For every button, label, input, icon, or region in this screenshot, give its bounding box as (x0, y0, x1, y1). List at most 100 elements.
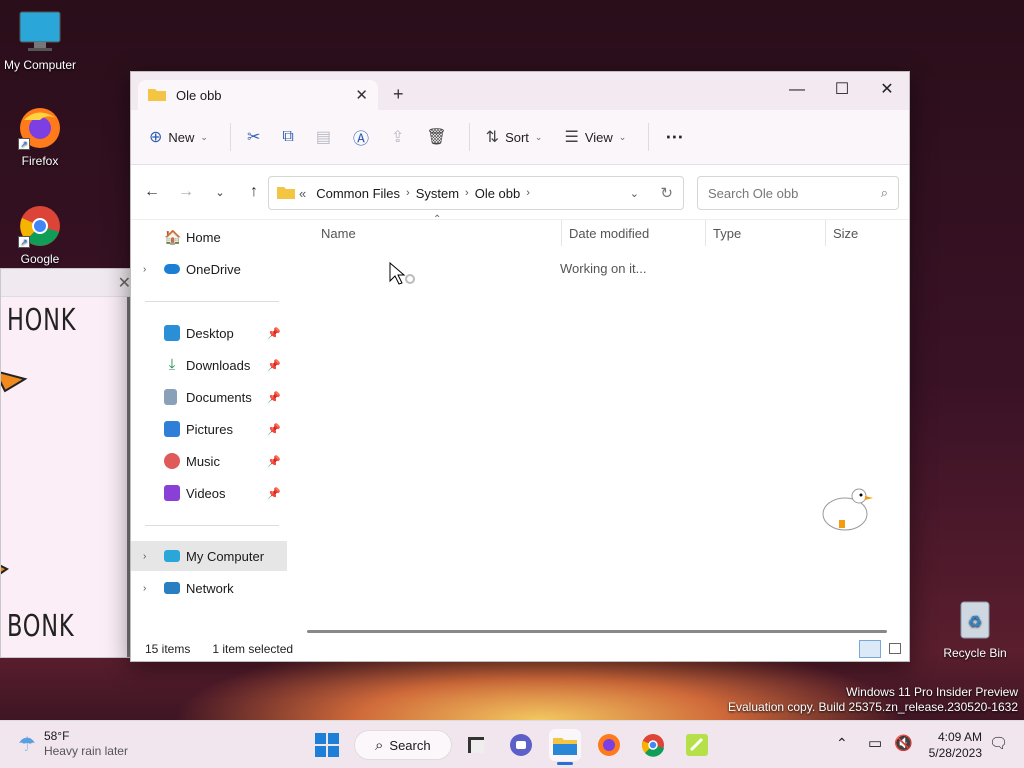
close-tab-icon[interactable]: ✕ (355, 86, 368, 104)
address-bar[interactable]: « Common Files › System › Ole obb › ⌄ ↻ (268, 176, 684, 210)
file-explorer-window[interactable]: Ole obb ✕ + — ☐ ✕ ⊕ New ⌄ ✂ ⧉ ▤ Ⓐ ⇪ 🗑 ⇅ Sor… (130, 71, 910, 662)
address-dropdown-icon[interactable]: ⌄ (630, 187, 639, 200)
forward-arrow-icon[interactable]: → (169, 183, 203, 201)
sidebar-item-downloads[interactable]: ⤓ Downloads 📌 (131, 350, 287, 380)
goose-notes-window[interactable]: ✕ HONK BONK (0, 268, 138, 658)
goose-foot-icon (1, 365, 31, 396)
firefox-taskbar-icon[interactable] (593, 729, 625, 761)
pin-icon: 📌 (267, 359, 281, 372)
column-header-name[interactable]: Name (321, 226, 356, 241)
up-arrow-icon[interactable]: ↑ (237, 183, 271, 201)
selection-count: 1 item selected (212, 642, 294, 656)
rename-icon: Ⓐ (352, 131, 369, 148)
sidebar-item-label: OneDrive (186, 261, 241, 277)
recent-chevron-icon[interactable]: ⌄ (203, 186, 237, 199)
sort-button[interactable]: ⇅ Sort ⌄ (486, 127, 543, 147)
sidebar-item-documents[interactable]: Documents 📌 (131, 382, 287, 412)
sidebar-item-desktop[interactable]: Desktop 📌 (131, 318, 287, 348)
delete-button[interactable]: 🗑 (426, 127, 446, 147)
rename-button[interactable]: Ⓐ (353, 125, 369, 149)
taskbar-search-button[interactable]: ⌕ Search (354, 730, 452, 760)
notes-app-taskbar-icon[interactable] (681, 729, 713, 761)
windows-logo-icon (315, 733, 339, 757)
breadcrumb-overflow[interactable]: « (299, 186, 306, 201)
goose-window-titlebar[interactable]: ✕ (1, 269, 137, 297)
sidebar-item-music[interactable]: Music 📌 (131, 446, 287, 476)
search-box[interactable]: Search Ole obb ⌕ (697, 176, 899, 210)
desktop-icon-firefox[interactable]: ↗ Firefox (0, 106, 80, 168)
desktop-icon-google[interactable]: ↗ Google (0, 204, 80, 266)
shortcut-arrow-icon: ↗ (18, 138, 30, 150)
tab-title: Ole obb (176, 87, 222, 103)
goose-icon (821, 484, 881, 539)
active-indicator (557, 762, 573, 765)
view-button[interactable]: ☰ View ⌄ (564, 127, 626, 147)
more-options-button[interactable]: ⋯ (665, 127, 683, 148)
volume-muted-icon[interactable]: 🔇 (894, 734, 913, 752)
chevron-right-icon[interactable]: › (143, 264, 146, 275)
sidebar-item-videos[interactable]: Videos 📌 (131, 478, 287, 508)
paste-button[interactable]: ▤ (316, 127, 331, 147)
pin-icon: 📌 (267, 455, 281, 468)
start-button[interactable] (311, 729, 343, 761)
sidebar-item-pictures[interactable]: Pictures 📌 (131, 414, 287, 444)
new-button[interactable]: ⊕ New ⌄ (149, 127, 208, 147)
navigation-pane: 🏠 Home › OneDrive Desktop 📌 ⤓ Downloads … (131, 220, 291, 630)
status-bar: 15 items 1 item selected (131, 637, 909, 661)
tiles-view-icon[interactable] (889, 643, 901, 654)
scissors-icon: ✂ (246, 129, 261, 146)
column-divider[interactable] (825, 220, 826, 246)
close-window-icon[interactable]: ✕ (864, 76, 910, 104)
sidebar-divider (145, 301, 279, 302)
column-divider[interactable] (561, 220, 562, 246)
breadcrumb-item[interactable]: System (416, 186, 459, 201)
sidebar-item-my-computer[interactable]: › My Computer (131, 541, 287, 571)
sidebar-divider (145, 525, 279, 526)
column-header-size[interactable]: Size (833, 226, 858, 241)
network-status-icon[interactable]: ▭ (868, 734, 882, 752)
back-arrow-icon[interactable]: ← (135, 183, 169, 201)
new-tab-icon[interactable]: + (393, 84, 404, 105)
chevron-down-icon: ⌄ (534, 131, 543, 142)
chrome-taskbar-icon[interactable] (637, 729, 669, 761)
sort-icon: ⇅ (485, 129, 500, 146)
evaluation-watermark: Windows 11 Pro Insider Preview Evaluatio… (728, 685, 1018, 715)
breadcrumb-item[interactable]: Ole obb (475, 186, 521, 201)
folder-icon (148, 87, 166, 104)
notification-icon[interactable]: 🗨 (989, 734, 1008, 752)
close-icon[interactable]: ✕ (118, 273, 131, 293)
desktop-icon-my-computer[interactable]: My Computer (0, 10, 80, 72)
refresh-icon[interactable]: ↻ (660, 184, 673, 202)
sidebar-item-network[interactable]: › Network (131, 573, 287, 603)
file-explorer-taskbar-icon[interactable] (549, 729, 581, 765)
horizontal-scrollbar[interactable] (307, 630, 887, 633)
chevron-right-icon[interactable]: › (143, 551, 146, 562)
cut-button[interactable]: ✂ (247, 127, 260, 147)
task-view-icon[interactable] (460, 729, 492, 761)
teams-chat-icon[interactable] (505, 729, 537, 761)
bonk-text: BONK (7, 609, 75, 644)
pin-icon: 📌 (267, 327, 281, 340)
sidebar-item-onedrive[interactable]: › OneDrive (131, 254, 287, 284)
column-header-date-modified[interactable]: Date modified (569, 226, 649, 241)
column-header-type[interactable]: Type (713, 226, 741, 241)
title-bar[interactable]: Ole obb ✕ + — ☐ ✕ (131, 72, 909, 110)
clock[interactable]: 4:09 AM 5/28/2023 (922, 729, 982, 761)
details-view-icon[interactable] (859, 640, 881, 658)
pin-icon: 📌 (267, 423, 281, 436)
sidebar-item-label: Home (186, 229, 221, 245)
desktop-icon-recycle-bin[interactable]: ♻ Recycle Bin (935, 598, 1015, 660)
sidebar-item-home[interactable]: 🏠 Home (131, 222, 287, 252)
show-hidden-icons-chevron[interactable]: ⌃ (836, 735, 848, 752)
column-divider[interactable] (705, 220, 706, 246)
chevron-down-icon: ⌄ (618, 131, 627, 142)
chevron-right-icon[interactable]: › (143, 583, 146, 594)
breadcrumb-item[interactable]: Common Files (316, 186, 400, 201)
minimize-icon[interactable]: — (774, 76, 820, 104)
share-button[interactable]: ⇪ (391, 127, 404, 147)
toolbar-divider (468, 123, 470, 151)
tab-ole-obb[interactable]: Ole obb ✕ (138, 80, 378, 110)
weather-widget[interactable]: ☂ 58°F Heavy rain later (18, 729, 128, 759)
maximize-icon[interactable]: ☐ (819, 76, 865, 104)
copy-button[interactable]: ⧉ (282, 128, 293, 146)
